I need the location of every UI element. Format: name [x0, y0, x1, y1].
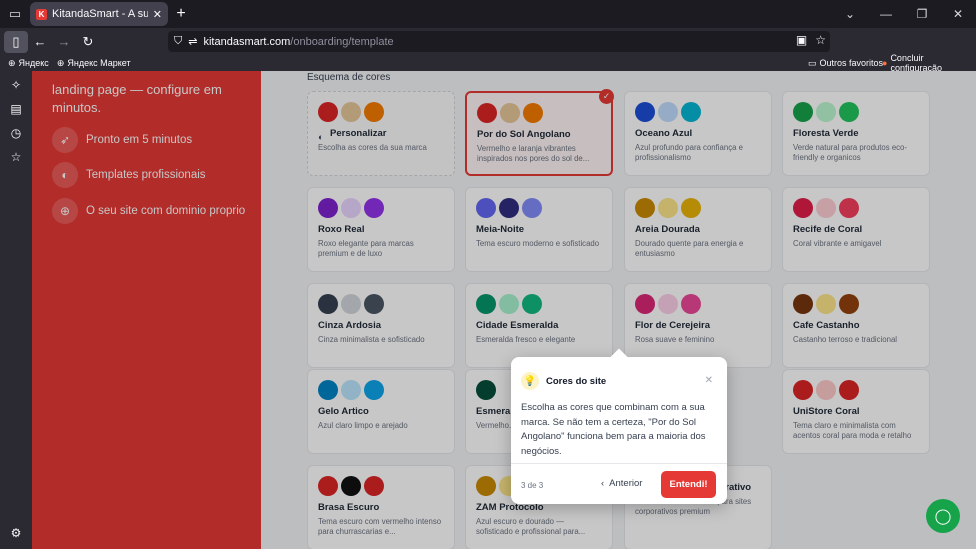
- url-actions: ▣ ☆: [796, 33, 826, 47]
- shield-icon[interactable]: ⛉: [174, 35, 182, 48]
- bookmarks-bar: ⊕ Яндекс ⊕ Яндекс Маркет ▭ Outros favoritos…: [0, 53, 976, 73]
- site-info-icon[interactable]: ⇌: [188, 35, 197, 48]
- nav-bar: ▯ ← → ↻ ⛉ ⇌ kitandasmart.com/onboarding/…: [0, 28, 976, 77]
- settings-gear-icon[interactable]: ⚙: [6, 525, 26, 541]
- reader-icon[interactable]: ▣: [796, 33, 807, 47]
- chat-bubble-icon[interactable]: ◯: [926, 499, 960, 533]
- tour-overlay: [32, 71, 976, 549]
- popup-title-text: Cores do site: [546, 375, 607, 387]
- window-close-icon[interactable]: ✕: [940, 0, 976, 28]
- forward-icon[interactable]: →: [52, 31, 76, 53]
- site-favicon-icon: K: [36, 8, 47, 20]
- chevron-down-icon[interactable]: ⌄: [832, 0, 868, 28]
- popup-title: 💡 Cores do site: [521, 372, 606, 390]
- tour-popup: 💡 Cores do site ✕ Escolha as cores que c…: [511, 348, 727, 504]
- finish-setup-bookmark[interactable]: ● Concluir configuração: [882, 53, 976, 73]
- browser-tab[interactable]: K KitandaSmart - A sua loja onlin ✕: [30, 2, 168, 26]
- reload-icon[interactable]: ↻: [76, 31, 100, 53]
- got-it-button[interactable]: Entendi!: [661, 471, 716, 498]
- chevron-left-icon: ‹: [601, 478, 605, 489]
- close-icon[interactable]: ✕: [705, 375, 713, 386]
- new-tab-icon[interactable]: +: [168, 0, 194, 28]
- step-counter: 3 de 3: [521, 481, 544, 490]
- page-viewport: ▔▔▔▔▔▔▔▔▔▔▔▔▔ landing page — configure em…: [32, 71, 976, 549]
- bookmarks-star-icon[interactable]: ☆: [6, 149, 26, 165]
- minimize-icon[interactable]: —: [868, 0, 904, 28]
- tab-title: KitandaSmart - A sua loja onlin: [52, 8, 148, 20]
- address-bar[interactable]: ⛉ ⇌ kitandasmart.com/onboarding/template…: [168, 31, 830, 52]
- folder-icon: ▭: [808, 57, 817, 68]
- restore-icon[interactable]: ❐: [904, 0, 940, 28]
- bookmark-yandex[interactable]: ⊕ Яндекс: [8, 58, 49, 69]
- synced-tabs-icon[interactable]: ▤: [6, 101, 26, 117]
- sidebar-toggle-icon[interactable]: ▯: [4, 30, 28, 53]
- tab-bar: ▭ K KitandaSmart - A sua loja onlin ✕ + …: [0, 0, 976, 28]
- globe-icon: ⊕: [56, 57, 65, 68]
- bookmark-yandex-market[interactable]: ⊕ Яндекс Маркет: [57, 58, 131, 69]
- globe-icon: ⊕: [8, 57, 16, 68]
- other-bookmarks[interactable]: ▭ Outros favoritos: [808, 55, 883, 71]
- popup-body: Escolha as cores que combinam com a sua …: [521, 402, 706, 457]
- browser-sidebar: ✧ ▤ ◷ ☆ ⚙: [0, 71, 32, 549]
- back-icon[interactable]: ←: [28, 31, 52, 53]
- previous-label: Anterior: [609, 478, 643, 489]
- firefox-icon: ●: [882, 58, 888, 68]
- lightbulb-icon: 💡: [521, 372, 539, 390]
- tab-close-icon[interactable]: ✕: [153, 8, 162, 21]
- divider: [511, 463, 727, 464]
- history-icon[interactable]: ◷: [6, 125, 26, 141]
- ai-sparkle-icon[interactable]: ✧: [6, 77, 26, 93]
- browser-window: ▭ K KitandaSmart - A sua loja onlin ✕ + …: [0, 0, 976, 549]
- previous-button[interactable]: ‹ Anterior: [601, 478, 642, 489]
- star-icon[interactable]: ☆: [815, 33, 826, 47]
- url-text: kitandasmart.com/onboarding/template: [203, 35, 394, 48]
- tab-list-icon[interactable]: ▭: [0, 0, 30, 28]
